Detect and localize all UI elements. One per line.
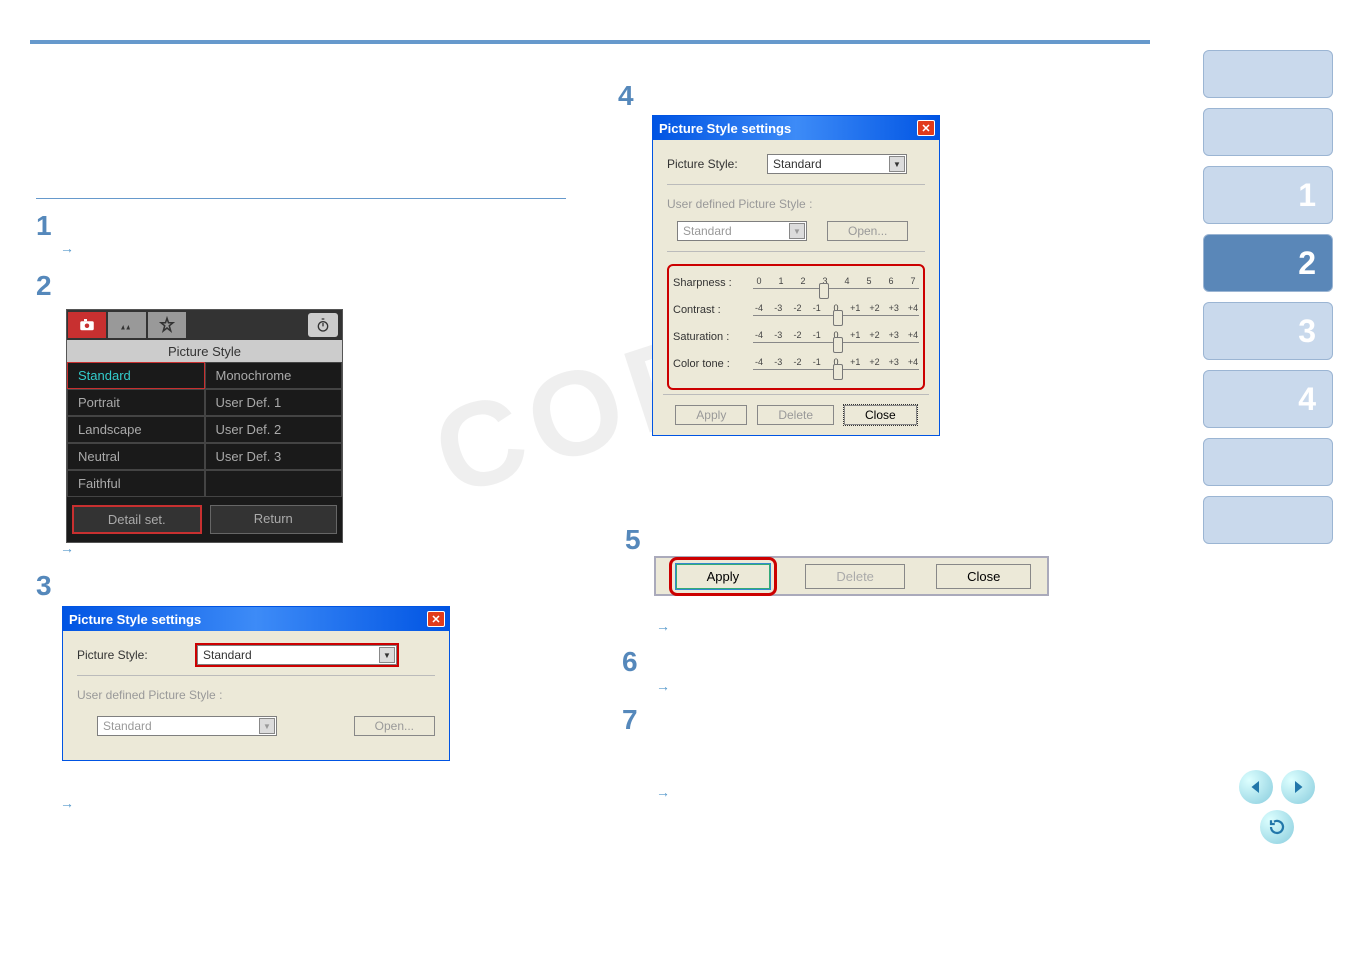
detail-set-button[interactable]: Detail set. [72, 505, 202, 534]
style-userdef1[interactable]: User Def. 1 [205, 389, 343, 416]
return-button[interactable]: Return [210, 505, 338, 534]
dialog4-titlebar: Picture Style settings ✕ [653, 116, 939, 140]
style-standard[interactable]: Standard [67, 362, 205, 389]
picture-style-settings-dialog-step3: Picture Style settings ✕ Picture Style: … [62, 606, 450, 761]
nav-box-1[interactable] [1203, 108, 1333, 156]
user-defined-dropdown: Standard ▼ [97, 716, 277, 736]
arrow-icon: → [656, 618, 670, 634]
camera-tab-star-icon[interactable] [148, 312, 186, 338]
header-rule [30, 40, 1150, 44]
chevron-down-icon[interactable]: ▼ [379, 647, 395, 663]
camera-tabs [67, 310, 342, 340]
style-neutral[interactable]: Neutral [67, 443, 205, 470]
step-2-number: 2 [36, 270, 52, 302]
user-defined-dropdown: Standard ▼ [677, 221, 807, 241]
next-page-icon[interactable] [1281, 770, 1315, 804]
picture-style-dropdown[interactable]: Standard ▼ [767, 154, 907, 174]
right-nav-panel: 1 2 3 4 [1203, 50, 1333, 544]
contrast-label: Contrast : [673, 304, 753, 316]
step-7-number: 7 [622, 704, 638, 736]
picture-style-value: Standard [203, 648, 252, 662]
picture-style-label: Picture Style: [667, 157, 767, 171]
camera-tab-tools-icon[interactable] [108, 312, 146, 338]
section-rule [36, 198, 566, 199]
sharpness-label: Sharpness : [673, 277, 753, 289]
saturation-slider-thumb[interactable] [833, 337, 843, 353]
picture-style-dropdown[interactable]: Standard ▼ [197, 645, 397, 665]
nav-box-chapter-2[interactable]: 2 [1203, 234, 1333, 292]
picture-style-value: Standard [773, 157, 822, 171]
nav-box-0[interactable] [1203, 50, 1333, 98]
dialog3-title: Picture Style settings [69, 612, 427, 627]
camera-timer-icon[interactable] [308, 313, 338, 337]
nav-box-chapter-1[interactable]: 1 [1203, 166, 1333, 224]
open-button: Open... [354, 716, 435, 736]
dialog3-titlebar: Picture Style settings ✕ [63, 607, 449, 631]
step-3-number: 3 [36, 570, 52, 602]
close-button[interactable]: Close [936, 564, 1031, 589]
colortone-slider-thumb[interactable] [833, 364, 843, 380]
apply-delete-close-bar: Apply Delete Close [654, 556, 1049, 596]
chevron-down-icon: ▼ [789, 223, 805, 239]
saturation-label: Saturation : [673, 331, 753, 343]
user-defined-value: Standard [103, 719, 152, 733]
apply-highlight: Apply [672, 560, 775, 593]
arrow-icon: → [60, 540, 74, 556]
user-defined-label: User defined Picture Style : [667, 197, 925, 211]
style-faithful[interactable]: Faithful [67, 470, 205, 497]
page-nav-circles [1239, 770, 1315, 844]
sharpness-ticks: 01234567 [753, 276, 919, 286]
step-5-number: 5 [625, 524, 641, 556]
camera-tab-shoot-icon[interactable] [68, 312, 106, 338]
apply-button: Apply [675, 405, 747, 425]
delete-button: Delete [757, 405, 834, 425]
apply-button[interactable]: Apply [676, 564, 771, 589]
sliders-group-highlight: Sharpness : 01234567 Contrast : -4-3-2-1… [667, 264, 925, 390]
color-tone-label: Color tone : [673, 358, 753, 370]
arrow-icon: → [656, 784, 670, 800]
nav-box-chapter-4[interactable]: 4 [1203, 370, 1333, 428]
picture-style-title: Picture Style [67, 340, 342, 362]
user-defined-value: Standard [683, 224, 732, 238]
close-icon[interactable]: ✕ [917, 120, 935, 136]
nav-box-6[interactable] [1203, 438, 1333, 486]
nav-box-chapter-3[interactable]: 3 [1203, 302, 1333, 360]
arrow-icon: → [60, 240, 74, 256]
style-userdef2[interactable]: User Def. 2 [205, 416, 343, 443]
back-icon[interactable] [1260, 810, 1294, 844]
style-userdef3[interactable]: User Def. 3 [205, 443, 343, 470]
picture-style-label: Picture Style: [77, 648, 197, 662]
open-button: Open... [827, 221, 908, 241]
style-monochrome[interactable]: Monochrome [205, 362, 343, 389]
chevron-down-icon[interactable]: ▼ [889, 156, 905, 172]
user-defined-label: User defined Picture Style : [77, 688, 435, 702]
picture-style-grid: Standard Monochrome Portrait User Def. 1… [67, 362, 342, 497]
chevron-down-icon: ▼ [259, 718, 275, 734]
step-6-number: 6 [622, 646, 638, 678]
picture-style-settings-dialog-step4: Picture Style settings ✕ Picture Style: … [652, 115, 940, 436]
style-portrait[interactable]: Portrait [67, 389, 205, 416]
close-icon[interactable]: ✕ [427, 611, 445, 627]
delete-button: Delete [805, 564, 905, 589]
prev-page-icon[interactable] [1239, 770, 1273, 804]
contrast-slider-thumb[interactable] [833, 310, 843, 326]
dialog4-title: Picture Style settings [659, 121, 917, 136]
arrow-icon: → [60, 795, 74, 811]
step-4-number: 4 [618, 80, 634, 112]
style-empty [205, 470, 343, 497]
style-landscape[interactable]: Landscape [67, 416, 205, 443]
nav-box-7[interactable] [1203, 496, 1333, 544]
sharpness-slider-thumb[interactable] [819, 283, 829, 299]
close-button[interactable]: Close [844, 405, 917, 425]
camera-picture-style-menu: Picture Style Standard Monochrome Portra… [66, 309, 343, 543]
arrow-icon: → [656, 678, 670, 694]
step-1-number: 1 [36, 210, 52, 242]
